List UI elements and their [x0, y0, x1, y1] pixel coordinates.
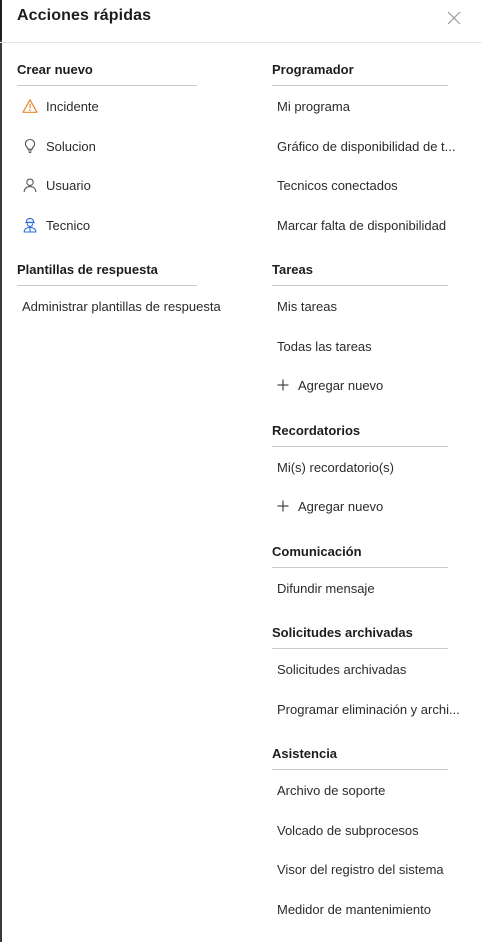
create-solution-item[interactable]: Solucion	[22, 137, 96, 155]
window-left-edge	[0, 0, 2, 942]
connected-technicians-label: Tecnicos conectados	[277, 177, 398, 193]
section-title-create-new: Crear nuevo	[17, 62, 93, 77]
connected-technicians-item[interactable]: Tecnicos conectados	[277, 176, 398, 194]
availability-chart-label: Gráfico de disponibilidad de t...	[277, 138, 456, 154]
section-title-scheduler: Programador	[272, 62, 354, 77]
section-title-archived: Solicitudes archivadas	[272, 625, 413, 640]
user-icon	[22, 177, 38, 193]
archived-requests-label: Solicitudes archivadas	[277, 661, 407, 677]
all-tasks-item[interactable]: Todas las tareas	[277, 337, 372, 355]
availability-chart-item[interactable]: Gráfico de disponibilidad de t...	[277, 137, 456, 155]
create-incident-item[interactable]: Incidente	[22, 97, 99, 115]
create-technician-label: Tecnico	[46, 217, 91, 233]
maintenance-meter-item[interactable]: Medidor de mantenimiento	[277, 900, 431, 918]
create-incident-label: Incidente	[46, 98, 99, 114]
section-divider	[272, 567, 448, 568]
all-tasks-label: Todas las tareas	[277, 338, 372, 354]
section-divider	[272, 85, 448, 86]
my-tasks-label: Mis tareas	[277, 298, 337, 314]
my-reminders-item[interactable]: Mi(s) recordatorio(s)	[277, 458, 394, 476]
support-file-label: Archivo de soporte	[277, 782, 386, 798]
section-title-tasks: Tareas	[272, 262, 313, 277]
lightbulb-icon	[22, 138, 38, 154]
section-divider	[17, 85, 197, 86]
panel-header: Acciones rápidas	[0, 0, 482, 43]
plus-icon	[277, 500, 289, 512]
system-log-viewer-item[interactable]: Visor del registro del sistema	[277, 860, 444, 878]
my-tasks-item[interactable]: Mis tareas	[277, 297, 337, 315]
close-icon[interactable]	[446, 10, 462, 26]
section-title-templates: Plantillas de respuesta	[17, 262, 158, 277]
thread-dump-label: Volcado de subprocesos	[277, 822, 419, 838]
add-task-item[interactable]: Agregar nuevo	[277, 376, 383, 394]
add-task-label: Agregar nuevo	[298, 377, 384, 393]
create-user-label: Usuario	[46, 177, 91, 193]
my-schedule-label: Mi programa	[277, 98, 350, 114]
add-reminder-item[interactable]: Agregar nuevo	[277, 497, 383, 515]
schedule-archive-item[interactable]: Programar eliminación y archi...	[277, 700, 460, 718]
create-solution-label: Solucion	[46, 138, 96, 154]
my-reminders-label: Mi(s) recordatorio(s)	[277, 459, 395, 475]
my-schedule-item[interactable]: Mi programa	[277, 97, 350, 115]
section-title-support: Asistencia	[272, 746, 338, 761]
section-divider	[272, 285, 448, 286]
thread-dump-item[interactable]: Volcado de subprocesos	[277, 821, 419, 839]
support-file-item[interactable]: Archivo de soporte	[277, 781, 385, 799]
system-log-viewer-label: Visor del registro del sistema	[277, 861, 444, 877]
warning-icon	[22, 98, 38, 114]
section-title-reminders: Recordatorios	[272, 423, 361, 438]
mark-unavailability-label: Marcar falta de disponibilidad	[277, 217, 447, 233]
technician-icon	[22, 217, 38, 233]
panel-title: Acciones rápidas	[17, 7, 152, 24]
broadcast-message-item[interactable]: Difundir mensaje	[277, 579, 375, 597]
schedule-archive-label: Programar eliminación y archi...	[277, 701, 460, 717]
section-title-communication: Comunicación	[272, 544, 362, 559]
section-divider	[272, 769, 448, 770]
create-user-item[interactable]: Usuario	[22, 176, 91, 194]
maintenance-meter-label: Medidor de mantenimiento	[277, 901, 431, 917]
broadcast-message-label: Difundir mensaje	[277, 580, 375, 596]
manage-templates-label: Administrar plantillas de respuesta	[22, 298, 221, 314]
section-divider	[272, 648, 448, 649]
add-reminder-label: Agregar nuevo	[298, 498, 384, 514]
create-technician-item[interactable]: Tecnico	[22, 216, 90, 234]
manage-templates-item[interactable]: Administrar plantillas de respuesta	[22, 297, 221, 315]
section-divider	[272, 446, 448, 447]
section-divider	[17, 285, 197, 286]
archived-requests-item[interactable]: Solicitudes archivadas	[277, 660, 406, 678]
mark-unavailability-item[interactable]: Marcar falta de disponibilidad	[277, 216, 446, 234]
plus-icon	[277, 379, 289, 391]
